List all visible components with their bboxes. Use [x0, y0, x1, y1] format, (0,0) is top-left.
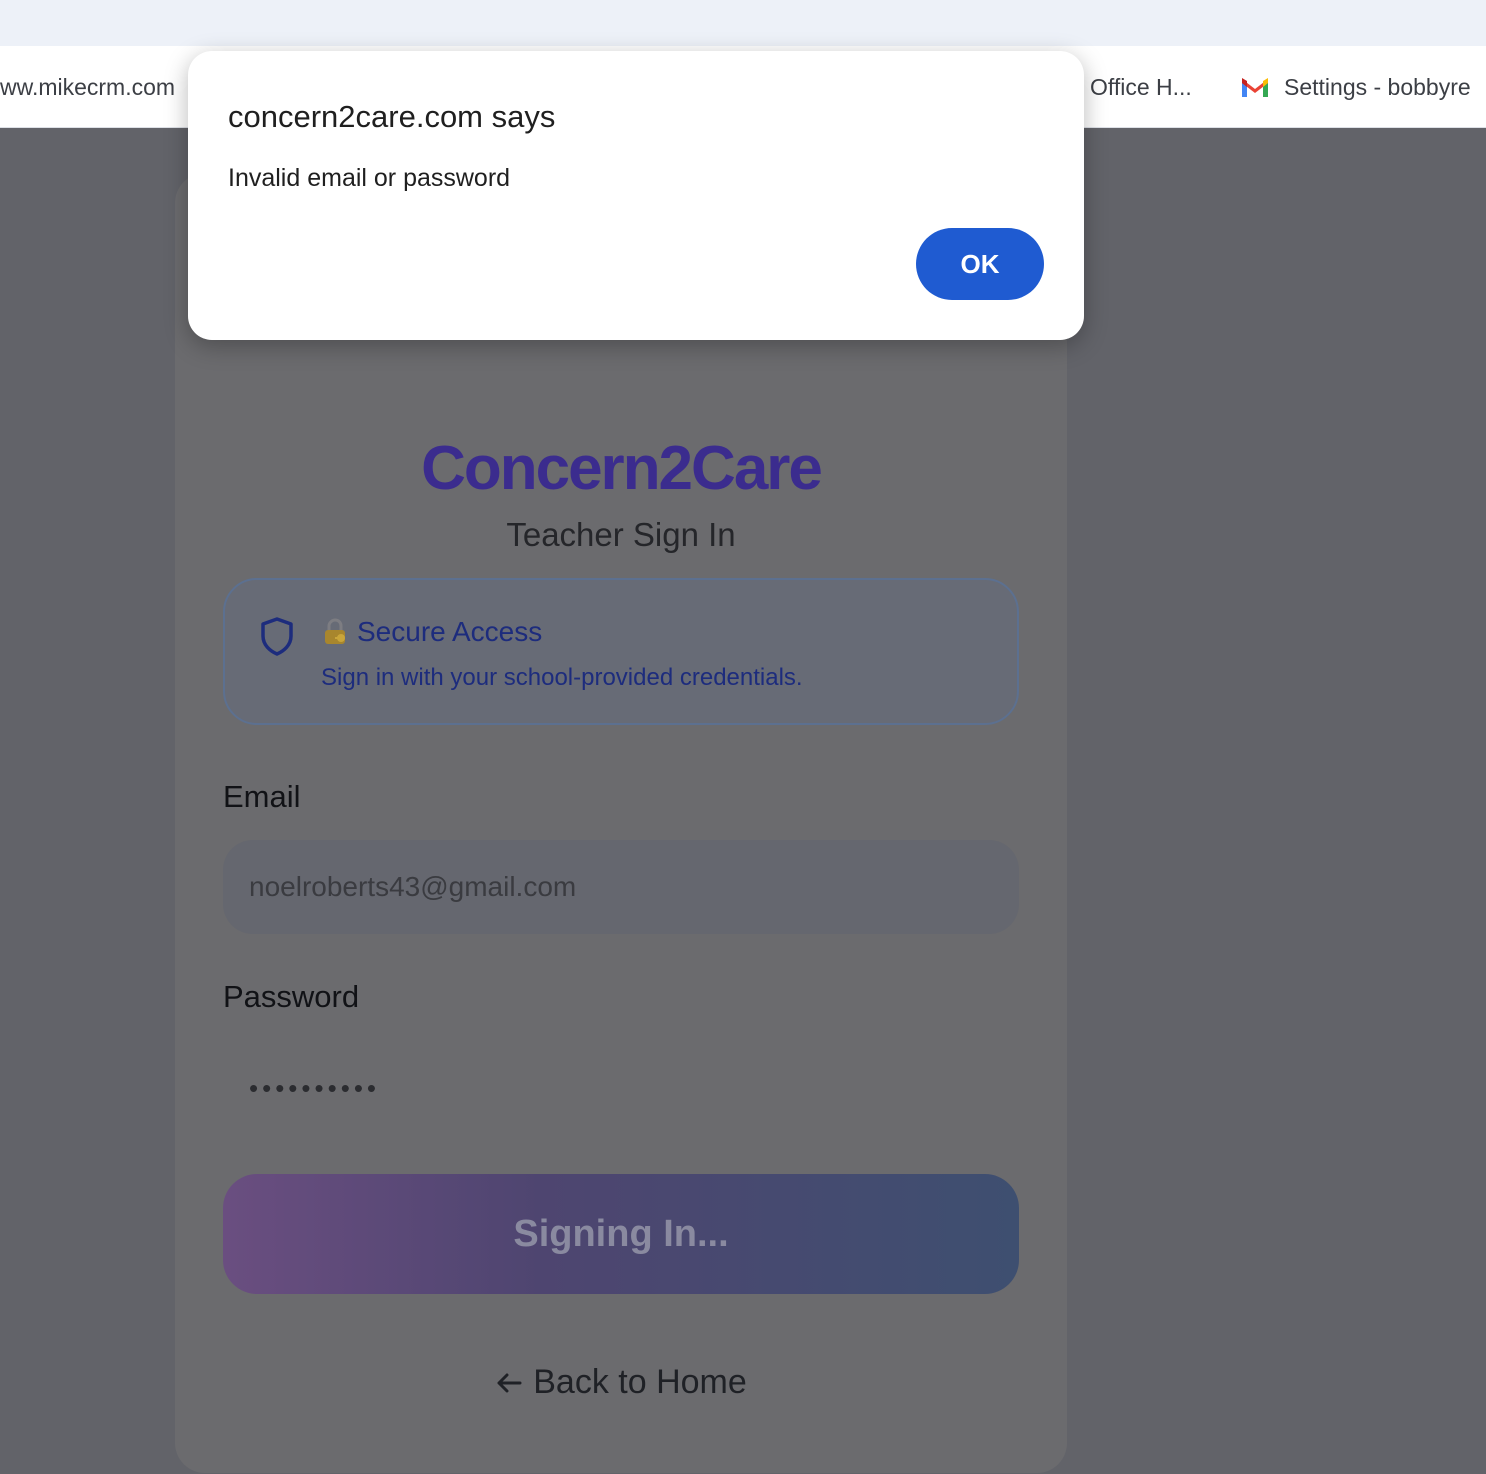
- bookmark-label: Settings - bobbyre: [1284, 73, 1471, 100]
- sign-in-button[interactable]: Signing In...: [223, 1174, 1019, 1294]
- bookmark-label: ww.mikecrm.com: [0, 73, 176, 100]
- browser-tab-strip: [0, 0, 1486, 46]
- shield-icon: [261, 617, 293, 656]
- secure-access-notice: Secure Access Sign in with your school-p…: [223, 578, 1019, 725]
- sign-in-card: Concern2Care Teacher Sign In Secure Acce…: [175, 173, 1067, 1473]
- back-to-home-label: Back to Home: [533, 1363, 747, 1401]
- dialog-message: Invalid email or password: [228, 164, 511, 192]
- arrow-left-icon: [497, 1373, 522, 1392]
- password-label: Password: [223, 979, 360, 1014]
- secure-title-text: Secure Access: [357, 616, 543, 647]
- lock-key-icon: [325, 618, 345, 644]
- dialog-title: concern2care.com says: [228, 99, 556, 134]
- secure-access-title: Secure Access: [321, 616, 542, 648]
- email-field[interactable]: noelroberts43@gmail.com: [223, 840, 1019, 934]
- password-field[interactable]: ••••••••••: [223, 1041, 1019, 1135]
- email-label: Email: [223, 779, 301, 814]
- secure-description: Sign in with your school-provided creden…: [321, 664, 803, 691]
- bookmark-gmail-settings[interactable]: Settings - bobbyre: [1240, 46, 1471, 128]
- back-to-home-link[interactable]: Back to Home: [175, 1363, 1067, 1402]
- page-subtitle: Teacher Sign In: [506, 516, 736, 553]
- ok-button[interactable]: OK: [916, 228, 1044, 300]
- bookmark-mikecrm[interactable]: ww.mikecrm.com: [0, 46, 175, 128]
- alert-dialog: concern2care.com says Invalid email or p…: [188, 51, 1084, 340]
- gmail-icon: [1242, 78, 1268, 97]
- app-logo: Concern2Care: [421, 434, 823, 503]
- bookmark-label: Office H...: [1090, 73, 1192, 100]
- bookmark-office-hours[interactable]: Office H...: [1090, 46, 1192, 128]
